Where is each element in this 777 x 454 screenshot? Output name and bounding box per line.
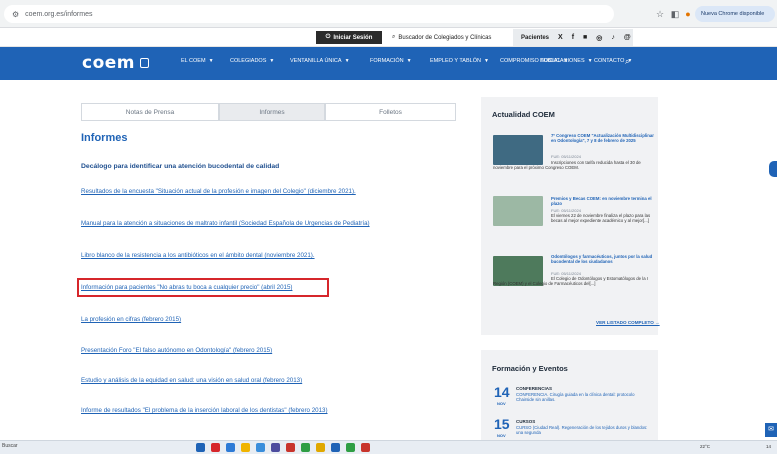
nav-formacion[interactable]: FORMACIÓN ▼ xyxy=(370,58,412,64)
app-icon[interactable] xyxy=(331,443,340,452)
news-sidebar-title: Actualidad COEM xyxy=(492,110,555,119)
tiktok-icon[interactable]: ♪ xyxy=(611,34,615,41)
news-title[interactable]: 7º Congreso COEM "Actualización Multidis… xyxy=(551,133,655,143)
app-icon[interactable] xyxy=(301,443,310,452)
report-link[interactable]: Libro blanco de la resistencia a los ant… xyxy=(81,252,315,259)
news-date: FUE: 05/11/2024 xyxy=(551,154,581,159)
chrome-update-button[interactable]: Nueva Chrome disponible xyxy=(695,6,775,22)
highlight-box xyxy=(77,278,329,297)
report-link[interactable]: Decálogo para identificar una atención b… xyxy=(81,163,279,170)
chevron-down-icon: ▼ xyxy=(627,58,633,64)
event-category: CURSOS xyxy=(516,419,536,424)
app-icon[interactable] xyxy=(271,443,280,452)
power-icon: ⏻ xyxy=(325,34,331,40)
side-accessibility-button[interactable] xyxy=(769,161,777,177)
utility-bar: ⏻ Iniciar Sesión ⌕ Buscador de Colegiado… xyxy=(0,28,777,47)
threads-icon[interactable]: @ xyxy=(624,34,631,41)
tab-folletos[interactable]: Folletos xyxy=(325,103,456,121)
search-icon: ⌕ xyxy=(392,34,396,40)
coem-logo[interactable]: coem xyxy=(82,53,135,73)
news-title[interactable]: Odontólogos y farmacéuticos, juntos por … xyxy=(551,254,655,264)
news-summary: El Colegio de Odontólogos y Estomatólogo… xyxy=(493,276,648,286)
event-title[interactable]: CONFERENCIA. Cirugía guiada en la clínic… xyxy=(516,392,652,402)
app-icon[interactable] xyxy=(211,443,220,452)
x-icon[interactable]: X xyxy=(558,34,563,41)
chevron-down-icon: ▼ xyxy=(587,58,593,64)
nav-publicaciones[interactable]: PUBLICACIONES ▼ xyxy=(540,58,593,64)
clock[interactable]: 14 xyxy=(766,444,771,449)
event-category: CONFERENCIAS xyxy=(516,386,553,391)
tab-notas-de-prensa[interactable]: Notas de Prensa xyxy=(81,103,219,121)
tab-informes[interactable]: Informes xyxy=(219,103,325,121)
profile-icon[interactable]: ● xyxy=(681,7,695,21)
site-info-icon[interactable]: ⚙ xyxy=(12,10,19,19)
edge-icon[interactable] xyxy=(226,443,235,452)
chevron-down-icon: ▼ xyxy=(269,58,275,64)
extensions-icon[interactable]: ◧ xyxy=(668,7,682,21)
report-link[interactable]: Presentación Foro "El falso autónomo en … xyxy=(81,347,272,354)
directory-search-link[interactable]: ⌕ Buscador de Colegiados y Clínicas xyxy=(392,31,491,44)
taskbar: Buscar 22°C 14 xyxy=(0,440,777,454)
chevron-down-icon: ▼ xyxy=(208,58,214,64)
events-title: Formación y Eventos xyxy=(492,364,568,373)
app-icon[interactable] xyxy=(361,443,370,452)
see-all-link[interactable]: VER LISTADO COMPLETO → xyxy=(596,320,660,325)
event-day: 14 xyxy=(494,384,510,400)
chevron-down-icon: ▼ xyxy=(344,58,350,64)
news-summary: Inscripciones con tarifa reducida hasta … xyxy=(493,160,641,170)
event-month: NOV xyxy=(497,401,506,406)
app-icon[interactable] xyxy=(256,443,265,452)
address-bar[interactable]: ⚙ coem.org.es/informes xyxy=(4,5,614,23)
folder-icon[interactable] xyxy=(241,443,250,452)
instagram-icon[interactable]: ◎ xyxy=(596,34,602,42)
weather-widget[interactable]: 22°C xyxy=(700,444,710,449)
logo-mark-icon xyxy=(140,58,149,68)
browser-toolbar: ⚙ coem.org.es/informes ☆ ◧ ● Nueva Chrom… xyxy=(0,0,777,28)
star-icon[interactable]: ☆ xyxy=(653,7,667,21)
event-day: 15 xyxy=(494,416,510,432)
app-icon[interactable] xyxy=(286,443,295,452)
report-link[interactable]: La profesión en cifras (febrero 2015) xyxy=(81,316,181,323)
nav-empleo[interactable]: EMPLEO Y TABLÓN ▼ xyxy=(430,58,489,64)
youtube-icon[interactable]: ■ xyxy=(583,34,587,41)
chevron-down-icon: ▼ xyxy=(406,58,412,64)
news-summary: El viernes 22 de noviembre finaliza el p… xyxy=(551,213,651,223)
windows-icon[interactable] xyxy=(196,443,205,452)
app-icon[interactable] xyxy=(346,443,355,452)
report-link[interactable]: Manual para la atención a situaciones de… xyxy=(81,220,370,227)
report-link[interactable]: Estudio y análisis de la equidad en salu… xyxy=(81,377,302,384)
main-navigation: coem EL COEM ▼ COLEGIADOS ▼ VENTANILLA ÚNI… xyxy=(0,47,777,80)
chat-icon[interactable]: ✉ xyxy=(765,423,777,437)
event-title[interactable]: CURSO (Ciudad Real). Regeneración de los… xyxy=(516,425,652,439)
event-month: NOV xyxy=(497,433,506,438)
patients-tab[interactable]: Pacientes X f ■ ◎ ♪ @ xyxy=(513,29,633,46)
report-link[interactable]: Informe de resultados "El problema de la… xyxy=(81,407,328,414)
news-title[interactable]: Premios y Becas COEM: en noviembre termi… xyxy=(551,196,655,206)
facebook-icon[interactable]: f xyxy=(572,34,574,41)
login-button[interactable]: ⏻ Iniciar Sesión xyxy=(316,31,382,44)
nav-el-coem[interactable]: EL COEM ▼ xyxy=(181,58,214,64)
report-link[interactable]: Resultados de la encuesta "Situación act… xyxy=(81,188,356,195)
nav-contacto[interactable]: CONTACTO ▼ xyxy=(594,58,632,64)
taskbar-search[interactable]: Buscar xyxy=(2,443,18,449)
chrome-icon[interactable] xyxy=(316,443,325,452)
news-thumbnail[interactable] xyxy=(493,196,543,226)
page-title: Informes xyxy=(81,132,128,144)
url-text: coem.org.es/informes xyxy=(25,10,93,18)
nav-ventanilla-unica[interactable]: VENTANILLA ÚNICA ▼ xyxy=(290,58,350,64)
chevron-down-icon: ▼ xyxy=(483,58,489,64)
nav-colegiados[interactable]: COLEGIADOS ▼ xyxy=(230,58,274,64)
